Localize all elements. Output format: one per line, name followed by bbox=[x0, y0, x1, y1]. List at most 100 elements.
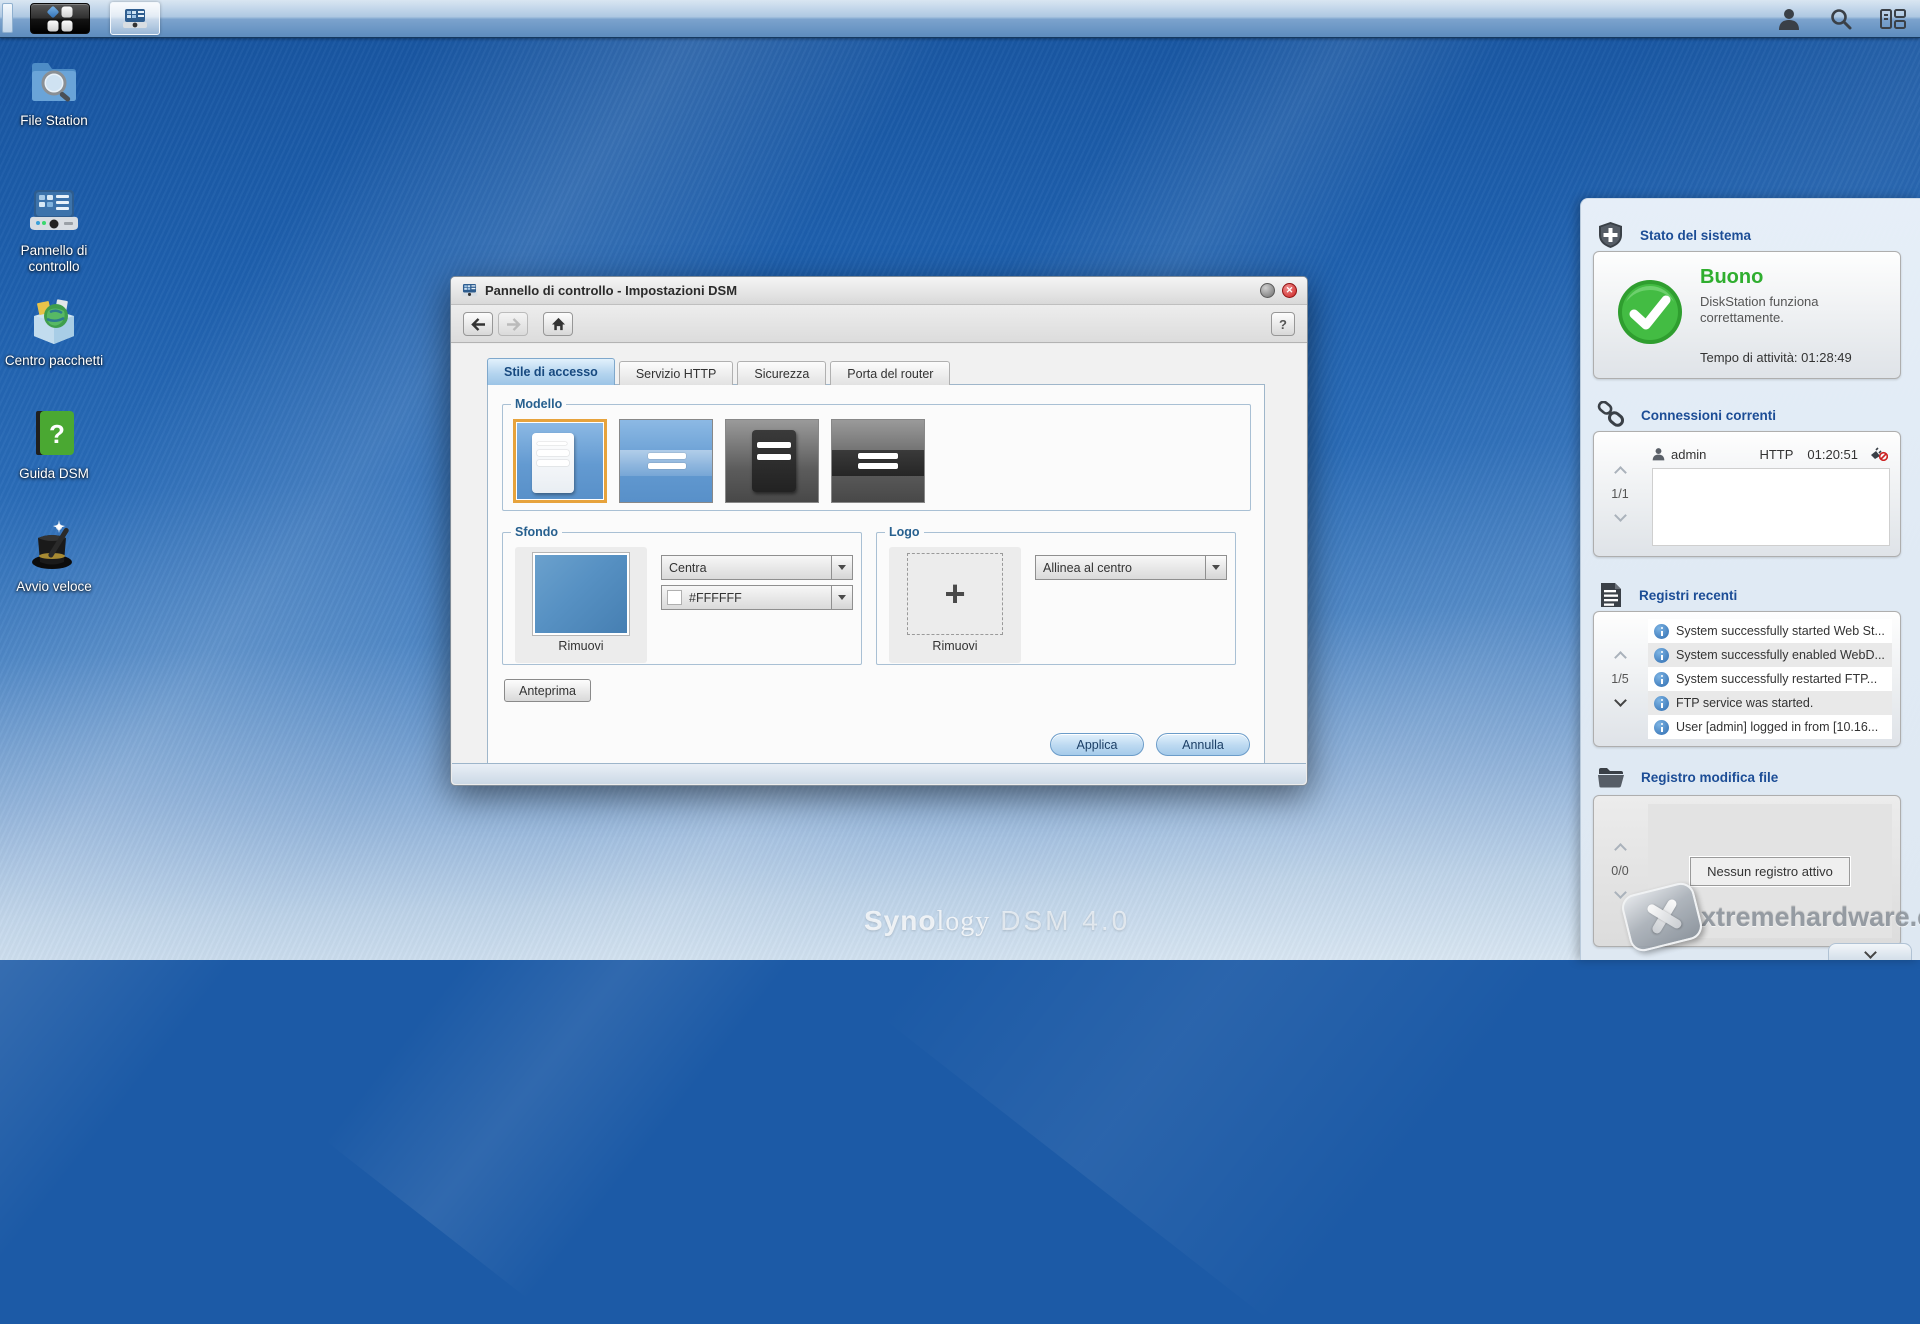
logo-add-button[interactable]: + bbox=[907, 553, 1003, 635]
status-uptime: Tempo di attività: 01:28:49 bbox=[1700, 350, 1852, 365]
logo-align-select[interactable]: Allinea al centro bbox=[1035, 555, 1227, 580]
window-title: Pannello di controllo - Impostazioni DSM bbox=[485, 283, 1253, 298]
cancel-button[interactable]: Annulla bbox=[1156, 733, 1250, 756]
status-ok-icon bbox=[1616, 278, 1684, 346]
log-row[interactable]: System successfully enabled WebD... bbox=[1648, 643, 1892, 667]
chevron-up-icon[interactable] bbox=[1614, 651, 1627, 664]
desktop-icon-package-center[interactable]: Centro pacchetti bbox=[0, 292, 108, 369]
template-option-dark-card[interactable] bbox=[725, 419, 819, 503]
window-title-icon bbox=[461, 283, 478, 298]
background-legend: Sfondo bbox=[511, 525, 562, 539]
window-content: Stile di accesso Servizio HTTP Sicurezza… bbox=[452, 344, 1306, 763]
background-color-select[interactable]: #FFFFFF bbox=[661, 585, 853, 610]
tab-bar: Stile di accesso Servizio HTTP Sicurezza… bbox=[487, 358, 950, 385]
arrow-right-icon bbox=[506, 318, 521, 331]
background-position-select[interactable]: Centra bbox=[661, 555, 853, 580]
log-row[interactable]: FTP service was started. bbox=[1648, 691, 1892, 715]
chevron-down-icon[interactable] bbox=[831, 556, 852, 579]
background-remove-button[interactable]: Rimuovi bbox=[558, 639, 603, 653]
logs-header: Registri recenti bbox=[1597, 581, 1737, 609]
control-panel-icon bbox=[26, 182, 82, 238]
help-book-icon: ? bbox=[26, 405, 82, 461]
chevron-up-icon[interactable] bbox=[1614, 843, 1627, 856]
user-button[interactable] bbox=[1776, 6, 1802, 32]
home-icon bbox=[551, 317, 566, 331]
connection-row[interactable]: admin HTTP 01:20:51 bbox=[1652, 442, 1888, 466]
log-text: FTP service was started. bbox=[1676, 696, 1813, 710]
chevron-down-icon[interactable] bbox=[1614, 509, 1627, 522]
apply-button[interactable]: Applica bbox=[1050, 733, 1144, 756]
desktop-icon-control-panel[interactable]: Pannello di controllo bbox=[0, 182, 108, 274]
logo-fieldset: Logo + Rimuovi Allinea al centro bbox=[876, 525, 1236, 665]
log-row[interactable]: System successfully restarted FTP... bbox=[1648, 667, 1892, 691]
desktop-icon-label: Guida DSM bbox=[0, 466, 108, 482]
connection-time: 01:20:51 bbox=[1807, 447, 1858, 462]
window-titlebar[interactable]: Pannello di controllo - Impostazioni DSM… bbox=[451, 277, 1307, 305]
disconnect-icon[interactable] bbox=[1870, 447, 1888, 461]
taskbar-item-control-panel[interactable] bbox=[110, 2, 160, 35]
search-icon bbox=[1829, 7, 1853, 31]
template-fieldset: Modello bbox=[502, 397, 1251, 511]
desktop-icon-label: Avvio veloce bbox=[0, 579, 108, 595]
info-icon bbox=[1654, 696, 1669, 711]
back-button[interactable] bbox=[463, 312, 493, 336]
template-option-dark-band[interactable] bbox=[831, 419, 925, 503]
home-button[interactable] bbox=[543, 312, 573, 336]
connection-protocol: HTTP bbox=[1759, 447, 1793, 462]
desktop-icon-dsm-help[interactable]: ? Guida DSM bbox=[0, 405, 108, 482]
log-row[interactable]: System successfully started Web St... bbox=[1648, 619, 1892, 643]
user-icon bbox=[1778, 7, 1800, 31]
chevron-down-icon bbox=[1864, 946, 1877, 959]
system-status-card: Buono DiskStation funziona correttamente… bbox=[1593, 251, 1901, 379]
tab-panel-login-style: Modello bbox=[487, 384, 1265, 766]
tab-sicurezza[interactable]: Sicurezza bbox=[737, 361, 826, 385]
background-thumbnail[interactable] bbox=[533, 553, 629, 635]
logs-list: System successfully started Web St... Sy… bbox=[1648, 619, 1892, 739]
main-menu-button[interactable] bbox=[30, 3, 90, 34]
desktop-icon-quick-start[interactable]: Avvio veloce bbox=[0, 518, 108, 595]
logo-remove-button[interactable]: Rimuovi bbox=[932, 639, 977, 653]
pilot-view-button[interactable] bbox=[1880, 6, 1906, 32]
tab-stile-di-accesso[interactable]: Stile di accesso bbox=[487, 358, 615, 385]
logo-upload-card: + Rimuovi bbox=[889, 547, 1021, 663]
section-title: Registri recenti bbox=[1639, 588, 1737, 603]
chevron-down-icon[interactable] bbox=[831, 586, 852, 609]
background-preview-card: Rimuovi bbox=[515, 547, 647, 663]
desktop-icon-file-station[interactable]: File Station bbox=[0, 52, 108, 129]
log-row[interactable]: User [admin] logged in from [10.16... bbox=[1648, 715, 1892, 739]
connections-card: 1/1 admin HTTP 01:20:51 bbox=[1593, 431, 1901, 557]
template-option-blue-band[interactable] bbox=[619, 419, 713, 503]
info-icon bbox=[1654, 720, 1669, 735]
preview-button[interactable]: Anteprima bbox=[504, 679, 591, 702]
pilot-view-icon bbox=[1880, 8, 1906, 30]
template-legend: Modello bbox=[511, 397, 566, 411]
connections-header: Connessioni correnti bbox=[1597, 401, 1776, 429]
close-button[interactable]: ✕ bbox=[1282, 283, 1297, 298]
pilot-view-sidebar: Stato del sistema Buono DiskStation funz… bbox=[1580, 198, 1920, 960]
pager-count: 1/5 bbox=[1611, 672, 1628, 686]
connections-pager: 1/1 bbox=[1594, 432, 1646, 556]
chevron-down-icon[interactable] bbox=[1614, 694, 1627, 707]
color-swatch bbox=[667, 590, 682, 605]
search-button[interactable] bbox=[1828, 6, 1854, 32]
chevron-down-icon[interactable] bbox=[1205, 556, 1226, 579]
tab-porta-del-router[interactable]: Porta del router bbox=[830, 361, 950, 385]
forward-button[interactable] bbox=[498, 312, 528, 336]
show-desktop-handle[interactable] bbox=[2, 3, 13, 33]
pager-count: 0/0 bbox=[1611, 864, 1628, 878]
svg-text:?: ? bbox=[49, 419, 65, 449]
control-panel-taskbar-icon bbox=[122, 8, 148, 30]
desktop-icon-label: File Station bbox=[0, 113, 108, 129]
help-button[interactable]: ? bbox=[1271, 312, 1295, 336]
background-fieldset: Sfondo Rimuovi Centra #FFFFFF bbox=[502, 525, 862, 665]
tab-servizio-http[interactable]: Servizio HTTP bbox=[619, 361, 734, 385]
template-option-blue-card[interactable] bbox=[513, 419, 607, 503]
file-log-empty-message: Nessun registro attivo bbox=[1690, 857, 1850, 886]
connection-user: admin bbox=[1671, 447, 1753, 462]
watermark: xtremehardware.com bbox=[1625, 888, 1920, 946]
logs-card: 1/5 System successfully started Web St..… bbox=[1593, 611, 1901, 747]
control-panel-window: Pannello di controllo - Impostazioni DSM… bbox=[450, 276, 1308, 786]
chevron-up-icon[interactable] bbox=[1614, 466, 1627, 479]
minimize-button[interactable] bbox=[1260, 283, 1275, 298]
quick-start-icon bbox=[26, 518, 82, 574]
